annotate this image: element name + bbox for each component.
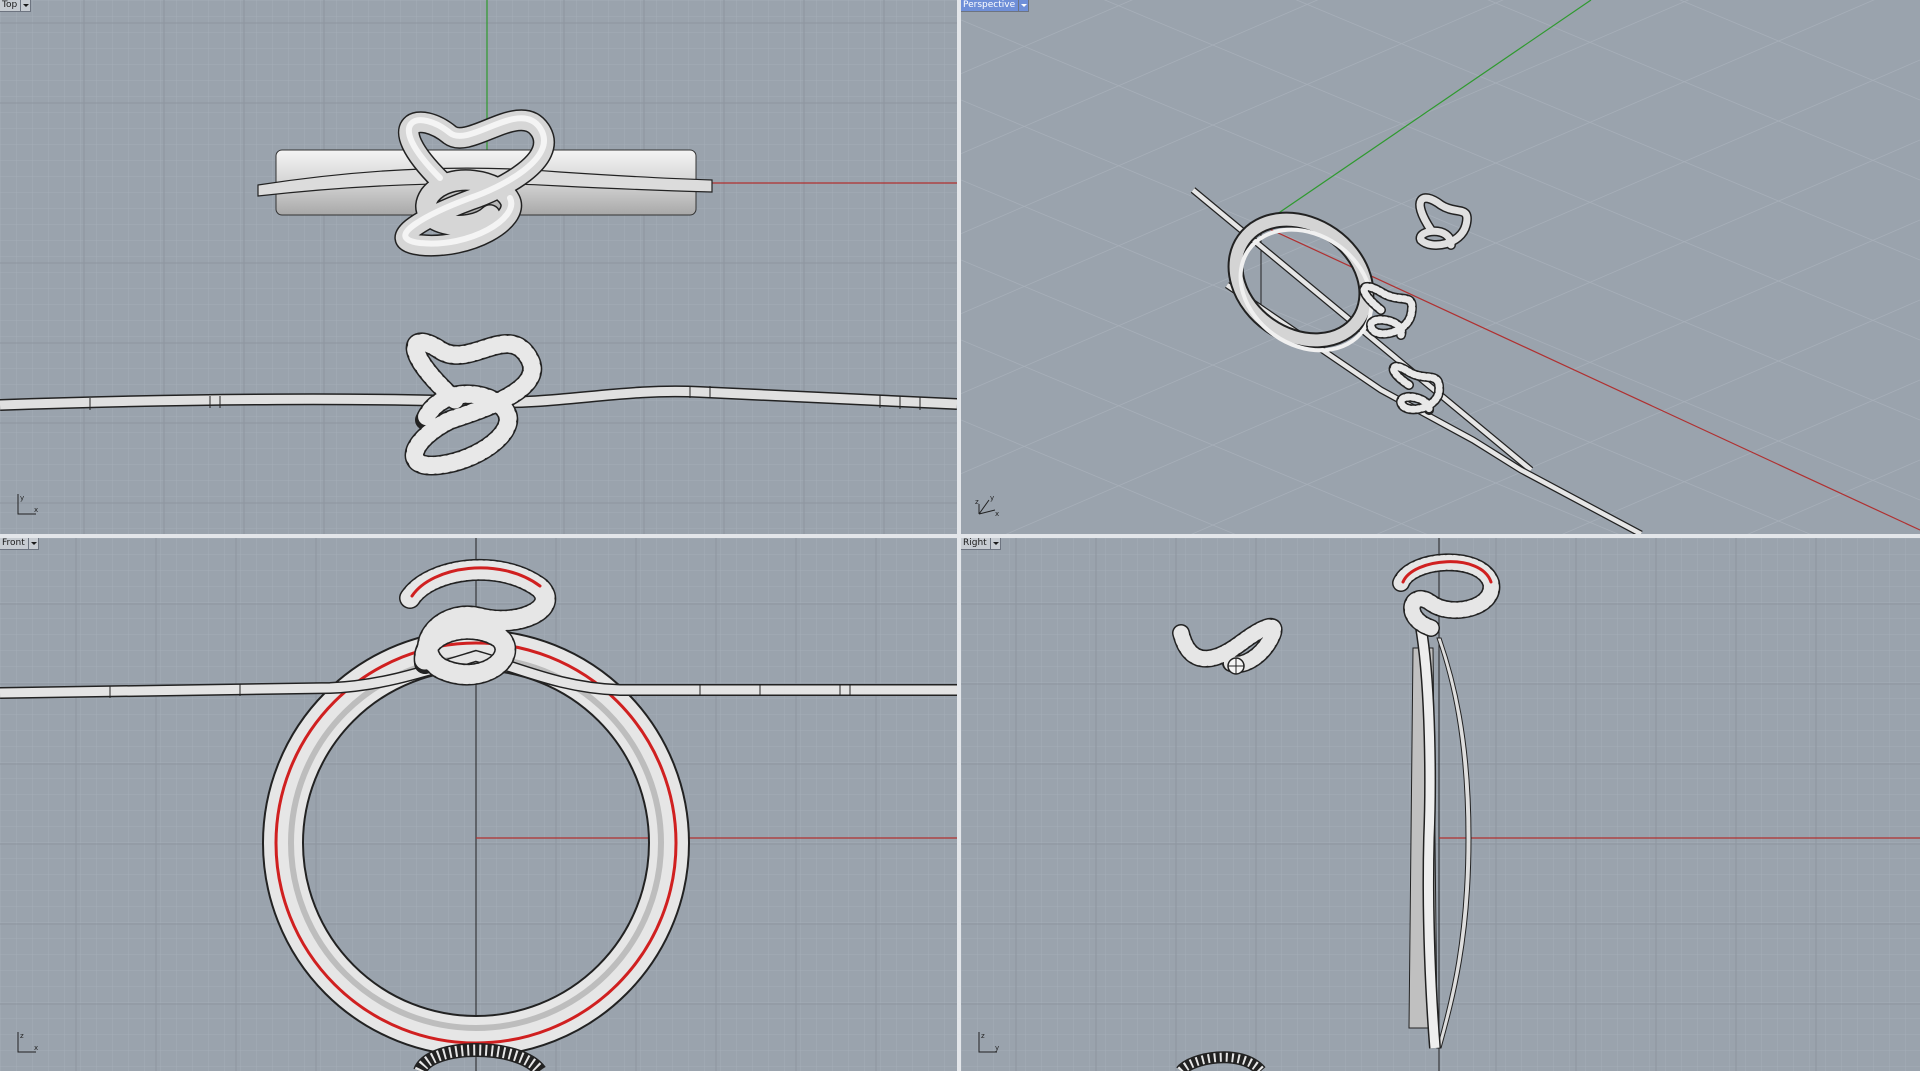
- axis-label-z: z: [20, 1032, 24, 1040]
- top-view-scene[interactable]: [0, 0, 957, 534]
- viewport-title: Right: [963, 538, 987, 548]
- chevron-down-icon[interactable]: [27, 538, 38, 549]
- viewport-title: Perspective: [963, 0, 1016, 10]
- front-view-scene[interactable]: [0, 538, 957, 1071]
- axis-label-z: z: [981, 1032, 985, 1040]
- axis-label-z: z: [975, 498, 979, 506]
- perspective-grid: [961, 0, 1920, 534]
- viewport-splitter-vertical[interactable]: [957, 0, 961, 1071]
- viewport-right[interactable]: Right z y: [961, 538, 1920, 1071]
- viewport-label-right[interactable]: Right: [961, 538, 1001, 550]
- perspective-view-scene[interactable]: [961, 0, 1920, 534]
- right-view-scene[interactable]: [961, 538, 1920, 1071]
- axis-label-x: x: [34, 506, 38, 514]
- viewport-label-front[interactable]: Front: [0, 538, 39, 550]
- axes-indicator-icon: y x: [17, 494, 38, 515]
- axis-label-x: x: [34, 1044, 38, 1052]
- viewport-top[interactable]: Top y x: [0, 0, 957, 534]
- y-axis-line: [1260, 0, 1592, 226]
- viewport-front[interactable]: Front z x: [0, 538, 957, 1071]
- axis-label-y: y: [995, 1044, 999, 1052]
- viewport-title: Top: [2, 0, 18, 10]
- viewport-label-perspective[interactable]: Perspective: [961, 0, 1030, 12]
- axis-label-y: y: [990, 494, 994, 502]
- viewport-title: Front: [2, 538, 25, 548]
- axis-label-x: x: [995, 510, 999, 518]
- axis-label-y: y: [20, 494, 24, 502]
- viewport-label-top[interactable]: Top: [0, 0, 32, 12]
- viewport-layout: Top y x Perspective y x z Front z x Righ…: [0, 0, 1920, 1071]
- axes-indicator-icon: z y: [978, 1032, 999, 1053]
- chevron-down-icon[interactable]: [20, 0, 30, 11]
- viewport-perspective[interactable]: Perspective y x z: [961, 0, 1920, 534]
- chevron-down-icon[interactable]: [1018, 0, 1028, 11]
- axes-indicator-icon: y x z: [975, 494, 999, 518]
- axes-indicator-icon: z x: [17, 1032, 38, 1053]
- chevron-down-icon[interactable]: [989, 538, 1000, 549]
